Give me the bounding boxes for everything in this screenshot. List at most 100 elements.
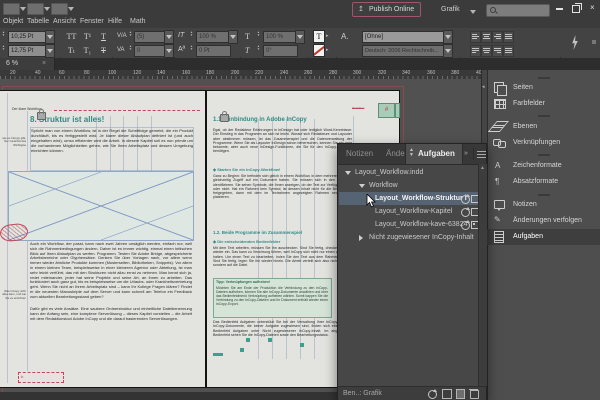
stroke-color-swatch[interactable]: [313, 44, 325, 57]
panel-scrollbar[interactable]: ▲: [478, 164, 487, 386]
dock-item-aufgaben[interactable]: Aufgaben: [487, 229, 600, 245]
margin-note-1[interactable]: wie es InCopy gibt, hier zunächst das Wi…: [0, 137, 26, 150]
right-text-frame-2[interactable]: Ganz zu Beginn: Sie befinden sich gleich…: [213, 174, 352, 224]
tree-workflow-row[interactable]: Workflow: [339, 179, 478, 192]
menu-tabelle[interactable]: Tabelle: [27, 18, 49, 25]
align-right-button[interactable]: [492, 31, 503, 43]
character-style-dropdown-icon[interactable]: [443, 30, 453, 44]
minimize-button[interactable]: [556, 8, 563, 10]
screen-mode-icon[interactable]: [27, 3, 44, 15]
align-left-button[interactable]: [470, 31, 481, 43]
expand-triangle-icon[interactable]: [359, 184, 365, 188]
stroke-flyout-icon[interactable]: ▸: [326, 47, 329, 53]
bridge-icon[interactable]: [3, 3, 20, 15]
fill-color-swatch[interactable]: T: [313, 30, 325, 43]
dock-item-seiten[interactable]: Seiten: [487, 80, 600, 96]
tracking-dropdown-icon[interactable]: [164, 44, 174, 58]
left-text-frame-3[interactable]: Dafür gibt es viele Ansätze. Eine sauber…: [30, 307, 192, 329]
right-text-frame-3[interactable]: Mit dem Text arbeiten, müssen Sie ihn au…: [213, 246, 352, 276]
baseline-shift-field[interactable]: 0 Pt: [196, 45, 231, 57]
small-caps-button[interactable]: Tₜ: [65, 46, 78, 55]
language-dropdown-icon[interactable]: [443, 44, 453, 58]
font-size-stepper[interactable]: ▲ ▼: [2, 31, 5, 37]
justify-right-button[interactable]: [492, 45, 503, 57]
vertical-scale-field[interactable]: 100 %: [196, 31, 231, 43]
font-size-field[interactable]: 10,25 Pt: [8, 31, 48, 43]
update-content-icon[interactable]: [461, 194, 470, 204]
update-all-icon[interactable]: [428, 389, 437, 399]
fill-flyout-icon[interactable]: ▸: [326, 33, 329, 39]
right-text-frame-1[interactable]: Egal, ob der Redakteur Erfahrungen in In…: [213, 128, 352, 164]
panel-double-chevron-icon[interactable]: »: [464, 150, 468, 157]
workspace-switcher[interactable]: Grafik: [441, 6, 460, 13]
skew-stepper[interactable]: ▲ ▼: [257, 45, 260, 51]
panel-dock-icon[interactable]: [592, 40, 596, 44]
quick-apply-icon[interactable]: [572, 35, 578, 50]
baseline-stepper[interactable]: ▲ ▼: [190, 45, 193, 51]
language-field[interactable]: Deutsch: 2006 Rechtschreib...: [362, 45, 446, 57]
assignment-row-kave[interactable]: Layout_Workflow-kave-63824: [339, 218, 479, 231]
vscale-stepper[interactable]: ▲ ▼: [190, 31, 193, 37]
all-caps-button[interactable]: TT: [65, 32, 78, 41]
dock-item-notizen[interactable]: Notizen: [487, 197, 600, 213]
subscript-button[interactable]: T₁: [81, 46, 94, 55]
new-assignment-icon[interactable]: [456, 389, 465, 399]
menu-objekt[interactable]: Objekt: [3, 18, 23, 25]
justify-button[interactable]: [503, 31, 514, 43]
menu-math[interactable]: Math: [130, 18, 146, 25]
justify-left-button[interactable]: [470, 45, 481, 57]
update-content-icon[interactable]: [461, 220, 470, 230]
dock-item-farbfelder[interactable]: Farbfelder: [487, 96, 600, 112]
left-text-frame-2[interactable]: Auch ein Workflow, der passt, kann nach …: [30, 242, 192, 305]
tree-document-row[interactable]: Layout_Workflow.indd: [339, 166, 478, 179]
menu-hilfe[interactable]: Hilfe: [108, 18, 122, 25]
dock-item-ebenen[interactable]: Ebenen: [487, 119, 600, 135]
assignment-row-kapitel[interactable]: Layout_Workflow-Kapitel: [339, 205, 479, 218]
leading-stepper[interactable]: ▲ ▼: [2, 45, 5, 51]
underline-button[interactable]: T: [97, 32, 110, 41]
expand-triangle-icon[interactable]: [345, 171, 351, 175]
section-heading-2[interactable]: 1.2. Beide Programme im Zusammenspiel: [213, 230, 302, 235]
publish-online-button[interactable]: ↥ Publish Online: [352, 2, 422, 17]
restore-button[interactable]: [572, 3, 582, 13]
screen-mode-caret-icon[interactable]: [44, 7, 50, 11]
left-text-frame-1[interactable]: Spricht man von einem Workflow, ist in d…: [30, 127, 194, 171]
dock-item-aenderungen-verfolgen[interactable]: ✎ Änderungen verfolgen: [487, 213, 600, 229]
document-tab[interactable]: 6 % ×: [0, 58, 55, 70]
panel-menu-icon[interactable]: [477, 151, 486, 158]
close-button[interactable]: ×: [590, 3, 595, 12]
menu-fenster[interactable]: Fenster: [80, 18, 104, 25]
superscript-button[interactable]: T¹: [81, 32, 94, 41]
leading-field[interactable]: 12,75 Pt: [8, 45, 48, 57]
check-out-icon[interactable]: [442, 389, 452, 399]
update-content-icon[interactable]: [461, 207, 470, 217]
kerning-dropdown-icon[interactable]: [164, 30, 174, 44]
dock-collapse-icon[interactable]: ◂: [482, 84, 485, 90]
justify-all-button[interactable]: [503, 45, 514, 57]
search-input[interactable]: [486, 4, 550, 17]
align-center-button[interactable]: [481, 31, 492, 43]
tree-unassigned-row[interactable]: Nicht zugewiesener InCopy-Inhalt: [339, 231, 478, 244]
arrange-documents-caret-icon[interactable]: [68, 7, 74, 11]
arrange-documents-icon[interactable]: [51, 3, 68, 15]
font-size-dropdown-icon[interactable]: [45, 30, 55, 44]
collapsed-triangle-icon[interactable]: [359, 235, 363, 241]
hscale-dropdown-icon[interactable]: [295, 30, 305, 44]
tab-notizen[interactable]: Notizen: [346, 144, 373, 164]
vscale-dropdown-icon[interactable]: [228, 30, 238, 44]
image-placeholder-frame[interactable]: [8, 171, 194, 241]
dock-item-zeichenformate[interactable]: A Zeichenformate: [487, 158, 600, 174]
document-tab-close-icon[interactable]: ×: [42, 60, 46, 67]
tracking-stepper[interactable]: ▲ ▼: [129, 45, 132, 51]
tab-aufgaben[interactable]: ▲ ▼ Aufgaben: [405, 144, 463, 164]
dock-item-absatzformate[interactable]: ¶ Absatzformate: [487, 174, 600, 190]
character-style-field[interactable]: [Ohne]: [362, 31, 446, 43]
justify-center-button[interactable]: [481, 45, 492, 57]
delete-icon[interactable]: [469, 389, 479, 399]
tip-box-frame[interactable]: Tipp: Verknüpfungen aufheben! Möchten Si…: [213, 278, 332, 318]
menu-ansicht[interactable]: Ansicht: [53, 18, 76, 25]
hscale-stepper[interactable]: ▲ ▼: [257, 31, 260, 37]
scroll-up-icon[interactable]: ▲: [480, 165, 485, 171]
assignment-row-struktur[interactable]: Layout_Workflow-Struktur i: [339, 192, 479, 205]
strikethrough-button[interactable]: T: [97, 46, 110, 55]
